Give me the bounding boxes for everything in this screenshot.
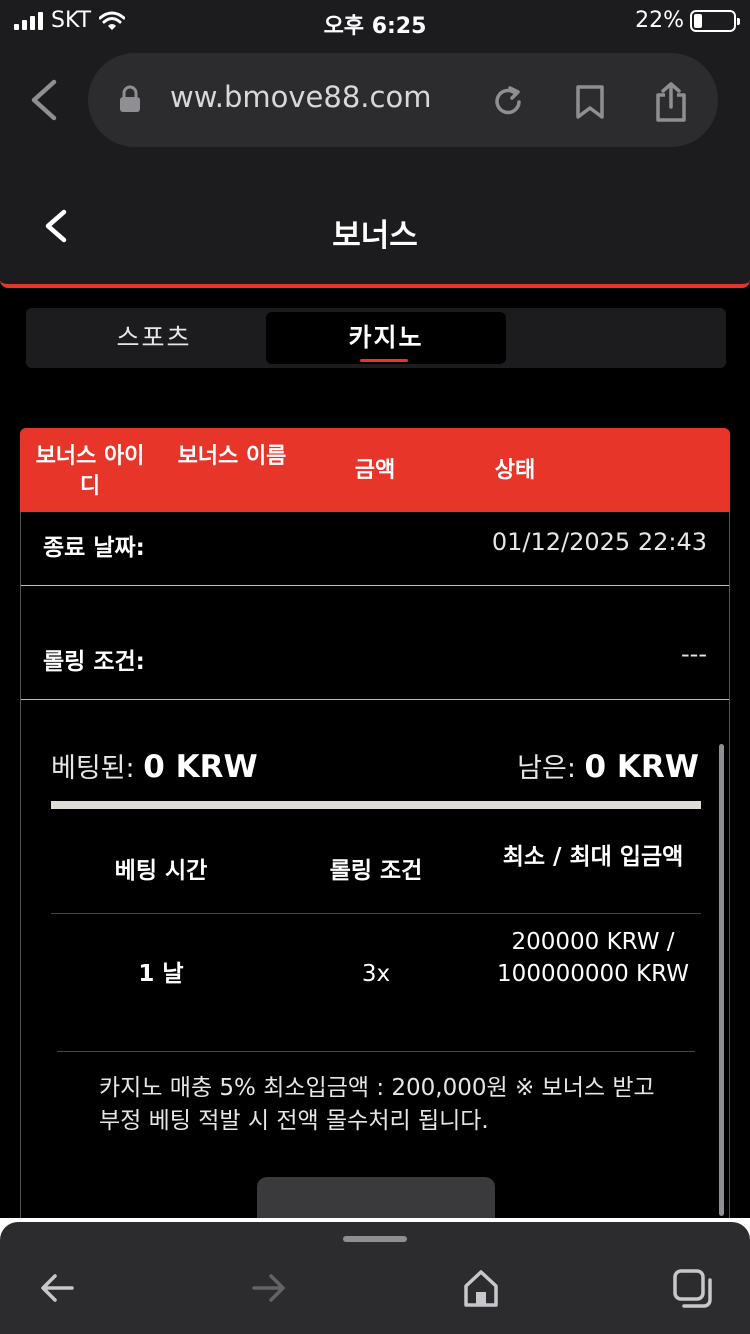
bonus-detail-panel: 종료 날짜: 01/12/2025 22:43 롤링 조건: --- 베팅된: … xyxy=(20,512,730,1218)
column-header-bonus-id: 보너스 아이디 xyxy=(35,444,145,499)
end-date-value: 01/12/2025 22:43 xyxy=(491,528,707,556)
divider xyxy=(21,699,729,700)
condition-betting-time: 1 날 xyxy=(138,961,184,987)
column-header-status: 상태 xyxy=(494,458,536,483)
bonus-notice: 카지노 매충 5% 최소입금액 : 200,000원 ※ 보너스 받고 부정 베… xyxy=(99,1075,655,1134)
battery-fill xyxy=(694,13,703,28)
bet-amount: 베팅된: 0 KRW xyxy=(51,746,258,785)
url-text[interactable]: ww.bmove88.com xyxy=(170,80,431,114)
condition-header-rolling: 롤링 조건 xyxy=(329,858,423,884)
home-icon[interactable] xyxy=(462,1268,500,1312)
column-header-amount: 금액 xyxy=(354,458,396,483)
rolling-label: 롤링 조건: xyxy=(43,649,145,675)
remaining-amount-value: 0 KRW xyxy=(584,749,699,785)
rolling-value: --- xyxy=(681,640,707,668)
tabs-icon[interactable] xyxy=(672,1268,716,1314)
condition-deposit-range: 200000 KRW / 100000000 KRW xyxy=(497,929,689,987)
share-icon[interactable] xyxy=(654,81,688,127)
battery-percent: 22% xyxy=(635,8,684,33)
condition-header-betting-time: 베팅 시간 xyxy=(114,858,208,884)
browser-back-icon[interactable] xyxy=(24,78,64,126)
browser-bar: ww.bmove88.com xyxy=(0,40,750,168)
reload-icon[interactable] xyxy=(490,84,526,124)
bonus-table-header: 보너스 아이디 보너스 이름 금액 상태 xyxy=(20,428,730,512)
divider xyxy=(57,1051,695,1052)
category-tabs: 스포츠 카지노 xyxy=(26,308,726,368)
active-tab-indicator xyxy=(360,359,408,362)
arrow-right-icon[interactable] xyxy=(250,1270,288,1310)
divider xyxy=(21,585,729,586)
remaining-amount-label: 남은: xyxy=(517,753,576,784)
tab-sports[interactable]: 스포츠 xyxy=(36,312,272,364)
url-actions xyxy=(490,81,688,127)
tab-casino[interactable]: 카지노 xyxy=(266,312,506,364)
remaining-amount: 남은: 0 KRW xyxy=(517,746,699,785)
bet-amount-label: 베팅된: xyxy=(51,753,135,784)
page-title: 보너스 xyxy=(332,218,418,254)
app-header: 보너스 xyxy=(0,168,750,288)
arrow-left-icon[interactable] xyxy=(38,1270,76,1310)
bet-amount-value: 0 KRW xyxy=(143,749,258,785)
condition-header-deposit-range: 최소 / 최대 입금액 xyxy=(502,844,684,870)
browser-toolbar xyxy=(0,1222,750,1334)
scrollbar[interactable] xyxy=(719,744,724,1216)
status-bar: SKT 오후 6:25 22% xyxy=(0,0,750,40)
grab-handle[interactable] xyxy=(343,1236,407,1242)
lock-icon xyxy=(118,85,142,117)
condition-rolling: 3x xyxy=(361,961,391,987)
column-header-bonus-name: 보너스 이름 xyxy=(177,444,287,469)
bonus-table: 보너스 아이디 보너스 이름 금액 상태 종료 날짜: 01/12/2025 2… xyxy=(20,428,730,1218)
divider xyxy=(51,913,701,914)
rolling-progress-bar xyxy=(51,801,701,809)
bookmark-icon[interactable] xyxy=(574,84,606,124)
address-bar[interactable]: ww.bmove88.com xyxy=(88,53,718,147)
action-button[interactable] xyxy=(257,1177,495,1218)
status-right: 22% xyxy=(635,8,740,33)
end-date-label: 종료 날짜: xyxy=(43,535,145,561)
tab-casino-label: 카지노 xyxy=(348,323,424,352)
battery-icon xyxy=(690,9,740,32)
